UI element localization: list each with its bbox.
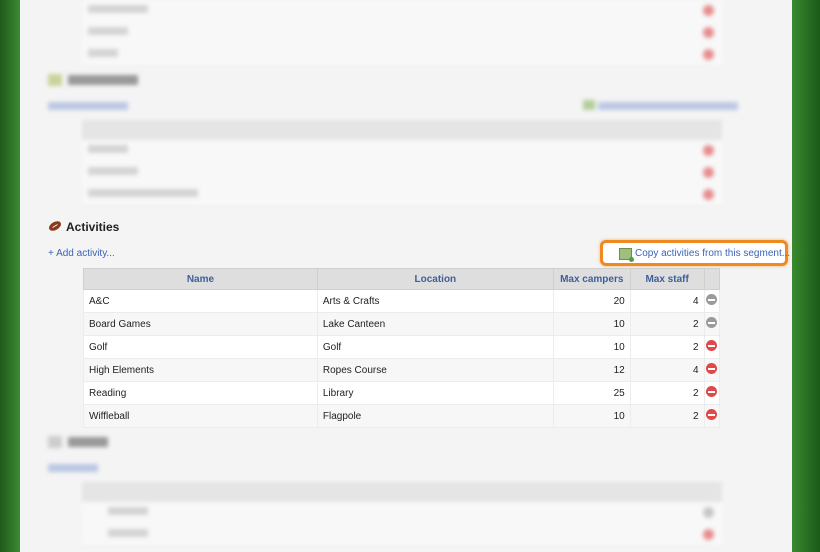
activity-location: Ropes Course [316,358,554,382]
activity-max-campers: 10 [552,335,631,359]
activity-max-staff: 2 [629,312,705,336]
activity-max-staff: 2 [629,381,705,405]
table-row: Golf Golf 10 2 [83,335,721,359]
remove-circle-icon[interactable] [706,340,718,351]
blurred-row [82,184,722,207]
blurred-link [48,102,128,110]
column-header-actions [703,268,721,290]
copy-segment-icon [619,248,634,262]
blurred-row [82,502,722,525]
blurred-row [82,162,722,185]
activity-name: Wiffleball [83,404,318,428]
activities-table: Name Location Max campers Max staff A&C … [83,268,721,428]
blurred-row [82,524,722,547]
activities-title: Activities [66,220,120,234]
activity-max-campers: 20 [552,289,631,313]
activity-location: Golf [316,335,554,359]
activity-name: Board Games [83,312,318,336]
column-header-location[interactable]: Location [316,268,554,290]
activity-max-staff: 2 [629,335,705,359]
column-header-name[interactable]: Name [83,268,318,290]
activity-max-staff: 4 [629,289,705,313]
activity-max-campers: 10 [552,404,631,428]
blurred-row [82,44,722,67]
activity-location: Flagpole [316,404,554,428]
remove-circle-icon[interactable] [706,363,718,374]
activity-name: A&C [83,289,318,313]
blurred-row [82,22,722,45]
add-activity-link[interactable]: + Add activity... [48,248,115,259]
activity-max-campers: 12 [552,358,631,382]
table-header-row: Name Location Max campers Max staff [83,268,721,290]
football-icon [48,220,62,232]
column-header-max-campers[interactable]: Max campers [552,268,631,290]
blurred-row [82,0,722,23]
column-header-max-staff[interactable]: Max staff [629,268,705,290]
table-row: A&C Arts & Crafts 20 4 [83,289,721,313]
table-row: Wiffleball Flagpole 10 2 [83,404,721,428]
table-row: High Elements Ropes Course 12 4 [83,358,721,382]
activity-name: Golf [83,335,318,359]
blurred-table-header [82,120,722,140]
activity-location: Arts & Crafts [316,289,554,313]
remove-circle-icon[interactable] [706,409,718,420]
remove-circle-icon[interactable] [706,386,718,397]
desktop-background-left [0,0,20,552]
activity-max-staff: 2 [629,404,705,428]
table-row: Board Games Lake Canteen 10 2 [83,312,721,336]
page-content: Activities + Add activity... Copy activi… [20,0,792,552]
remove-circle-icon [706,317,718,328]
blurred-copy-icon [583,100,595,110]
blurred-table-header [82,482,722,502]
activity-location: Lake Canteen [316,312,554,336]
activity-name: Reading [83,381,318,405]
activity-name: High Elements [83,358,318,382]
activity-max-campers: 25 [552,381,631,405]
blurred-section-icon [48,74,62,86]
activity-max-staff: 4 [629,358,705,382]
blurred-link [48,464,98,472]
activity-location: Library [316,381,554,405]
desktop-background-right [792,0,820,552]
table-row: Reading Library 25 2 [83,381,721,405]
blurred-row [82,140,722,163]
blurred-copy-link [598,102,738,110]
activity-max-campers: 10 [552,312,631,336]
blurred-section-icon [48,436,62,448]
blurred-section-title [68,437,108,447]
copy-activities-label: Copy activities from this segment... [635,248,791,259]
remove-circle-icon [706,294,718,305]
blurred-section-title [68,75,138,85]
copy-activities-button[interactable]: Copy activities from this segment... [600,240,791,266]
